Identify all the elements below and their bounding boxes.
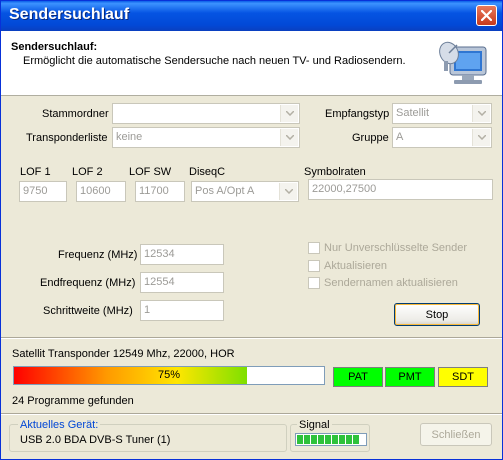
signal-segment: [318, 435, 324, 444]
schliessen-button-label: Schließen: [431, 428, 481, 441]
endfrequenz-value: 12554: [144, 276, 175, 288]
progress-label: 75%: [157, 369, 181, 381]
empfangstyp-select[interactable]: Satellit: [392, 103, 492, 124]
pat-label: PAT: [348, 371, 368, 383]
device-label: Aktuelles Gerät:: [18, 419, 101, 431]
chevron-down-icon: [280, 129, 298, 146]
empfangstyp-value: Satellit: [396, 107, 430, 119]
gruppe-label: Gruppe: [352, 132, 389, 144]
frequenz-value: 12534: [144, 248, 175, 260]
sendernamen-checkbox[interactable]: Sendernamen aktualisieren: [308, 277, 458, 289]
lofsw-value: 11700: [139, 185, 169, 197]
divider: [1, 413, 502, 415]
header-description: Ermöglicht die automatische Sendersuche …: [23, 55, 406, 67]
sendernamen-label: Sendernamen aktualisieren: [324, 277, 458, 289]
lofsw-input[interactable]: 11700: [135, 181, 185, 202]
diseqc-label: DiseqC: [189, 166, 226, 178]
frequenz-input[interactable]: 12534: [140, 244, 224, 265]
schrittweite-label: Schrittweite (MHz): [43, 305, 133, 317]
schrittweite-value: 1: [144, 304, 151, 316]
satellite-monitor-icon: [439, 41, 487, 84]
aktualisieren-checkbox[interactable]: Aktualisieren: [308, 260, 387, 272]
window-title: Sendersuchlauf: [9, 6, 130, 23]
transponderliste-value: keine: [116, 131, 143, 143]
signal-segment: [332, 435, 338, 444]
lof1-input[interactable]: 9750: [19, 181, 67, 202]
close-window-button[interactable]: [476, 5, 497, 26]
diseqc-value: Pos A/Opt A: [195, 185, 255, 197]
lof2-input[interactable]: 10600: [76, 181, 126, 202]
sdt-label: SDT: [452, 371, 474, 383]
sendersuchlauf-window: Sendersuchlauf Sendersuchlauf: Ermöglich…: [0, 0, 503, 460]
diseqc-select[interactable]: Pos A/Opt A: [191, 181, 299, 202]
stop-button-label: Stop: [425, 308, 449, 321]
transponderliste-label: Transponderliste: [26, 132, 108, 144]
pat-indicator: PAT: [333, 367, 383, 387]
lofsw-label: LOF SW: [129, 166, 172, 178]
endfrequenz-label: Endfrequenz (MHz): [40, 277, 136, 289]
checkbox-box: [308, 242, 320, 254]
dialog-header: Sendersuchlauf: Ermöglicht die automatis…: [1, 31, 502, 96]
schrittweite-input[interactable]: 1: [140, 300, 224, 321]
title-bar[interactable]: Sendersuchlauf: [1, 1, 502, 31]
signal-meter: [295, 433, 367, 446]
transponderliste-select[interactable]: keine: [112, 127, 300, 148]
frequenz-label: Frequenz (MHz): [58, 249, 138, 261]
header-title: Sendersuchlauf:: [11, 41, 98, 53]
schliessen-button[interactable]: Schließen: [420, 423, 492, 446]
gruppe-value: A: [396, 131, 404, 143]
chevron-down-icon: [472, 105, 490, 122]
chevron-down-icon: [279, 183, 297, 200]
aktualisieren-label: Aktualisieren: [324, 260, 387, 272]
nur-unverschluesselt-label: Nur Unverschlüsselte Sender: [324, 242, 468, 254]
stammordner-select[interactable]: [112, 103, 300, 124]
endfrequenz-input[interactable]: 12554: [140, 272, 224, 293]
lof1-label: LOF 1: [20, 166, 51, 178]
divider: [1, 337, 502, 339]
signal-segment: [325, 435, 331, 444]
stammordner-label: Stammordner: [42, 108, 109, 120]
empfangstyp-label: Empfangstyp: [325, 108, 390, 120]
lof1-value: 9750: [23, 185, 48, 197]
signal-segment: [339, 435, 345, 444]
signal-segment: [304, 435, 310, 444]
scan-progress-bar: 75%: [13, 366, 325, 385]
signal-label: Signal: [297, 419, 332, 431]
programs-found: 24 Programme gefunden: [12, 395, 134, 407]
checkbox-box: [308, 277, 320, 289]
lof2-value: 10600: [80, 185, 111, 197]
scan-status: Satellit Transponder 12549 Mhz, 22000, H…: [12, 348, 235, 360]
symbolraten-input[interactable]: 22000,27500: [308, 179, 493, 200]
signal-segment: [346, 435, 352, 444]
nur-unverschluesselt-checkbox[interactable]: Nur Unverschlüsselte Sender: [308, 242, 467, 254]
symbolraten-label: Symbolraten: [304, 166, 366, 178]
sdt-indicator: SDT: [438, 367, 488, 387]
symbolraten-value: 22000,27500: [312, 183, 377, 195]
chevron-down-icon: [280, 105, 298, 122]
gruppe-select[interactable]: A: [392, 127, 492, 148]
lof2-label: LOF 2: [72, 166, 103, 178]
signal-segment: [311, 435, 317, 444]
signal-segment: [353, 435, 359, 444]
checkbox-box: [308, 260, 320, 272]
stop-button[interactable]: Stop: [394, 303, 480, 326]
pmt-label: PMT: [398, 371, 422, 383]
signal-segment: [297, 435, 303, 444]
close-icon: [481, 10, 492, 21]
device-value: USB 2.0 BDA DVB-S Tuner (1): [20, 434, 171, 446]
pmt-indicator: PMT: [385, 367, 435, 387]
chevron-down-icon: [472, 129, 490, 146]
